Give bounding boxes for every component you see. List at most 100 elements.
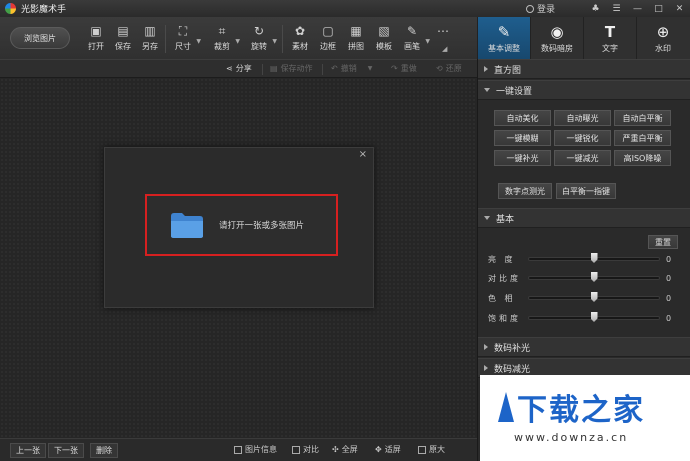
rotate-label: 旋转 <box>251 42 267 51</box>
auto-beautify-button[interactable]: 自动美化 <box>494 110 551 126</box>
one-click-fill-light-button[interactable]: 一键补光 <box>494 150 551 166</box>
saturation-slider[interactable] <box>528 312 660 322</box>
chevron-down-icon[interactable]: ▼ <box>235 38 240 45</box>
share-button[interactable]: ⋖ 分享 <box>226 63 252 74</box>
fullscreen-label: 全屏 <box>341 445 358 454</box>
fullscreen-icon: ✣ <box>332 445 339 454</box>
close-icon[interactable]: ✕ <box>669 0 690 17</box>
slider-thumb[interactable] <box>590 253 598 263</box>
skin-icon[interactable]: ♣ <box>585 0 606 17</box>
tab-digital-darkroom[interactable]: ◉ 数码暗房 <box>530 17 583 59</box>
slider-thumb[interactable] <box>590 272 598 282</box>
image-info-button[interactable]: 图片信息 <box>234 444 277 455</box>
contrast-slider-row: 对比度 0 <box>488 272 678 284</box>
tab-text[interactable]: T 文字 <box>583 17 636 59</box>
open-button[interactable]: ▣ 打开 <box>83 24 109 54</box>
chevron-down-icon[interactable]: ▼ <box>196 38 201 45</box>
open-label: 打开 <box>88 42 104 51</box>
restore-button[interactable]: ⟲ 还原 <box>436 63 462 74</box>
login-link[interactable]: 登录 <box>525 2 555 15</box>
section-title: 数码减光 <box>494 364 531 375</box>
slider-label: 亮 度 <box>488 254 516 264</box>
crop-label: 裁剪 <box>214 42 230 51</box>
crop-button[interactable]: ⌗ 裁剪 ▼ <box>209 24 240 54</box>
save-button[interactable]: ▤ 保存 <box>110 24 136 54</box>
brightness-slider[interactable] <box>528 253 660 263</box>
menu-icon[interactable]: ☰ <box>606 0 627 17</box>
maximize-icon[interactable]: □ <box>648 0 669 17</box>
slider-thumb[interactable] <box>590 312 598 322</box>
auto-exposure-button[interactable]: 自动曝光 <box>554 110 611 126</box>
site-watermark: 下载之家 www.downza.cn <box>480 375 690 461</box>
login-label: 登录 <box>536 5 555 15</box>
save-as-button[interactable]: ▥ 另存 <box>137 24 163 54</box>
info-icon <box>234 445 242 454</box>
tab-basic-adjust[interactable]: ✎ 基本调整 <box>477 17 530 59</box>
save-icon: ▤ <box>117 24 129 38</box>
section-digital-fill-light[interactable]: 数码补光 <box>478 337 690 357</box>
undo-button[interactable]: ↶ 撤销 ▼ <box>331 63 372 74</box>
material-button[interactable]: ✿ 素材 <box>287 24 313 54</box>
next-image-button[interactable]: 下一张 <box>48 443 84 458</box>
section-histogram[interactable]: 直方图 <box>478 59 690 79</box>
collage-button[interactable]: ▦ 拼图 <box>343 24 369 54</box>
hue-slider[interactable] <box>528 292 660 302</box>
compare-icon <box>292 445 300 454</box>
action-divider <box>322 64 323 75</box>
reset-button[interactable]: 重置 <box>648 235 678 249</box>
minimize-icon[interactable]: — <box>627 0 648 17</box>
tab-label: 基本调整 <box>488 43 520 53</box>
high-iso-denoise-button[interactable]: 高ISO降噪 <box>614 150 671 166</box>
template-button[interactable]: ▧ 模板 <box>371 24 397 54</box>
save-action-icon: ▤ <box>270 64 278 73</box>
browse-images-button[interactable]: 浏览图片 <box>10 27 70 49</box>
compare-label: 对比 <box>303 445 319 454</box>
border-button[interactable]: ▢ 边框 <box>315 24 341 54</box>
original-size-button[interactable]: 原大 <box>418 444 445 455</box>
title-bar: 光影魔术手 登录 ♣ ☰ — □ ✕ <box>0 0 690 17</box>
save-label: 保存 <box>115 42 131 51</box>
collage-label: 拼图 <box>348 42 364 51</box>
one-click-blur-button[interactable]: 一键模糊 <box>494 130 551 146</box>
compare-button[interactable]: 对比 <box>292 444 319 455</box>
chevron-down-icon[interactable]: ▼ <box>272 38 277 45</box>
more-icon: ⋯ <box>437 24 449 38</box>
strong-white-balance-button[interactable]: 严重白平衡 <box>614 130 671 146</box>
brush-button[interactable]: ✎ 画笔 ▼ <box>399 24 430 54</box>
save-action-label: 保存动作 <box>280 64 313 73</box>
fit-screen-button[interactable]: ✥ 适屏 <box>375 444 401 455</box>
close-icon[interactable]: × <box>359 149 367 160</box>
material-label: 素材 <box>292 42 308 51</box>
section-one-click[interactable]: 一键设置 <box>478 80 690 100</box>
fullscreen-button[interactable]: ✣ 全屏 <box>332 444 358 455</box>
action-bar: ⋖ 分享 ▤ 保存动作 ↶ 撤销 ▼ ↷ 重做 ⟲ 还原 <box>0 59 477 78</box>
rotate-button[interactable]: ↻ 旋转 ▼ <box>246 24 277 54</box>
save-as-label: 另存 <box>142 42 158 51</box>
app-window: 光影魔术手 登录 ♣ ☰ — □ ✕ 浏览图片 ▣ 打开 ▤ 保存 ▥ 另存 ⛶… <box>0 0 690 461</box>
redo-button[interactable]: ↷ 重做 <box>391 63 417 74</box>
tab-watermark[interactable]: ⊕ 水印 <box>636 17 689 59</box>
expand-icon[interactable]: ◢ <box>442 45 447 53</box>
white-balance-one-click-button[interactable]: 白平衡一指键 <box>556 183 616 199</box>
main-toolbar: 浏览图片 ▣ 打开 ▤ 保存 ▥ 另存 ⛶ 尺寸 ▼ ⌗ 裁剪 ▼ ↻ 旋转 ▼ <box>0 17 477 59</box>
fit-screen-label: 适屏 <box>384 445 401 454</box>
section-basic[interactable]: 基本 <box>478 208 690 228</box>
collapse-icon <box>484 216 490 220</box>
chevron-down-icon[interactable]: ▼ <box>368 65 373 72</box>
resize-button[interactable]: ⛶ 尺寸 ▼ <box>170 24 201 54</box>
app-logo-icon <box>5 3 16 14</box>
contrast-slider[interactable] <box>528 272 660 282</box>
delete-button[interactable]: 删除 <box>90 443 118 458</box>
auto-white-balance-button[interactable]: 自动白平衡 <box>614 110 671 126</box>
one-click-sharpen-button[interactable]: 一键锐化 <box>554 130 611 146</box>
prev-image-button[interactable]: 上一张 <box>10 443 46 458</box>
slider-thumb[interactable] <box>590 292 598 302</box>
brightness-slider-row: 亮 度 0 <box>488 253 678 265</box>
toolbar-divider <box>165 25 166 53</box>
open-images-area[interactable]: 请打开一张或多张图片 <box>145 194 338 256</box>
resize-label: 尺寸 <box>175 42 191 51</box>
spot-metering-button[interactable]: 数字点测光 <box>498 183 552 199</box>
save-action-button[interactable]: ▤ 保存动作 <box>270 63 313 74</box>
expand-icon <box>484 365 488 371</box>
one-click-reduce-light-button[interactable]: 一键减光 <box>554 150 611 166</box>
